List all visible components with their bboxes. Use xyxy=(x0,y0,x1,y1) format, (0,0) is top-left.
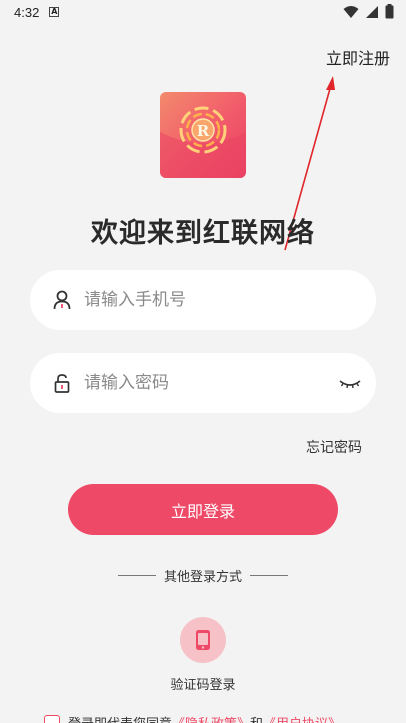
login-button[interactable]: 立即登录 xyxy=(68,484,338,535)
page-title: 欢迎来到红联网络 xyxy=(91,218,315,249)
agreement-prefix: 登录即代表您同意 xyxy=(68,713,172,723)
phone-icon xyxy=(196,630,210,650)
eye-closed-icon[interactable] xyxy=(338,373,362,393)
status-time: 4:32 xyxy=(14,4,40,20)
status-bar: 4:32 A xyxy=(0,0,406,24)
signal-icon xyxy=(366,5,378,18)
phone-field[interactable] xyxy=(30,270,376,330)
divider-line-right xyxy=(250,575,288,576)
forgot-password-link[interactable]: 忘记密码 xyxy=(306,437,362,457)
wifi-icon xyxy=(343,5,359,18)
password-input[interactable] xyxy=(84,373,324,393)
agreement-and: 和 xyxy=(250,713,263,723)
app-logo: R xyxy=(160,92,246,178)
user-icon xyxy=(52,289,72,311)
other-login-divider: 其他登录方式 xyxy=(0,566,406,585)
logo-letter: R xyxy=(197,122,210,140)
logo-emblem: R xyxy=(160,106,246,178)
battery-icon xyxy=(385,4,394,19)
privacy-policy-link[interactable]: 《隐私政策》 xyxy=(172,713,250,723)
status-icons xyxy=(343,4,394,19)
agreement-checkbox[interactable] xyxy=(44,714,60,723)
divider-line-left xyxy=(117,575,156,576)
sms-login-label[interactable]: 验证码登录 xyxy=(0,674,406,693)
user-agreement-link[interactable]: 《用户协议》 xyxy=(263,713,341,723)
phone-input[interactable] xyxy=(84,290,324,310)
register-link[interactable]: 立即注册 xyxy=(326,45,390,69)
password-field[interactable] xyxy=(30,353,376,413)
sms-login-button[interactable] xyxy=(180,617,226,663)
other-login-title: 其他登录方式 xyxy=(163,570,242,585)
notification-icon: A xyxy=(49,7,60,17)
lock-icon xyxy=(52,372,72,394)
agreement-row: 登录即代表您同意 《隐私政策》 和 《用户协议》 xyxy=(44,713,341,723)
